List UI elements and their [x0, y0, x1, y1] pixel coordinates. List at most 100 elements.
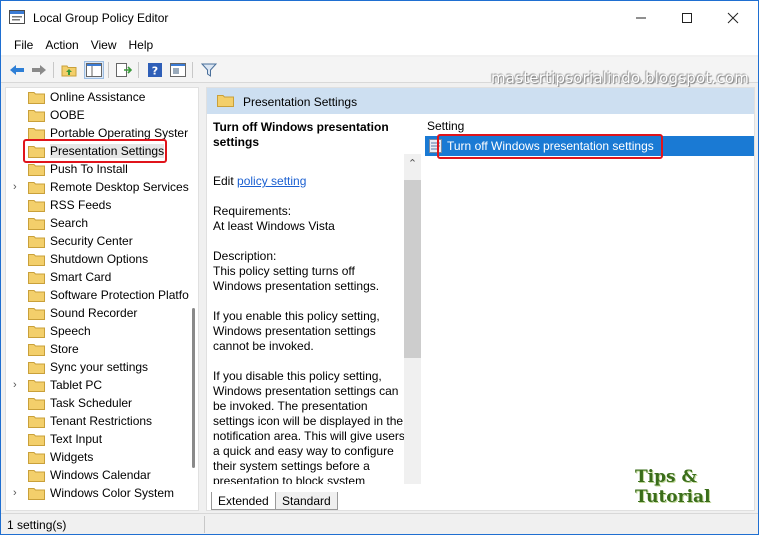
list-item-label: Turn off Windows presentation settings — [447, 139, 654, 153]
tab-standard[interactable]: Standard — [275, 492, 338, 510]
folder-icon — [28, 164, 45, 176]
requirements-value: At least Windows Vista — [213, 219, 335, 233]
close-button[interactable] — [710, 1, 756, 35]
tree-item[interactable]: Online Assistance — [6, 88, 196, 106]
tree-item[interactable]: Tenant Restrictions — [6, 412, 196, 430]
chevron-right-icon[interactable]: › — [13, 487, 23, 499]
tree-item[interactable]: Task Scheduler — [6, 394, 196, 412]
chevron-right-icon[interactable]: › — [13, 181, 23, 193]
minimize-icon — [636, 17, 646, 19]
tree-item[interactable]: Speech — [6, 322, 196, 340]
pane-title: Presentation Settings — [243, 95, 358, 109]
tree-item[interactable]: Sound Recorder — [6, 304, 196, 322]
watermark-text: mastertipsorialindo.blogspot.com — [491, 69, 750, 87]
menu-file[interactable]: File — [8, 38, 39, 52]
tree-item[interactable]: Sync your settings — [6, 358, 196, 376]
tree-item[interactable]: Shutdown Options — [6, 250, 196, 268]
minimize-button[interactable] — [618, 1, 664, 35]
tree-item-label: Shutdown Options — [50, 252, 149, 266]
tree-item[interactable]: › Remote Desktop Services — [6, 178, 196, 196]
tree-item[interactable]: Search — [6, 214, 196, 232]
folder-icon — [28, 290, 45, 302]
filter-icon — [201, 63, 217, 77]
tab-extended[interactable]: Extended — [211, 492, 276, 510]
tree-item[interactable]: Security Center — [6, 232, 196, 250]
tree-item[interactable]: Windows Calendar — [6, 466, 196, 484]
folder-icon — [28, 452, 45, 464]
tree-item-label: Search — [50, 216, 89, 230]
folder-icon — [28, 236, 45, 248]
scroll-thumb[interactable] — [404, 180, 421, 358]
export-list-icon — [116, 63, 132, 77]
tree-item[interactable]: Smart Card — [6, 268, 196, 286]
navigation-tree[interactable]: Online Assistance OOBE Portable Operating … — [5, 87, 199, 511]
help-button[interactable]: ? — [145, 61, 165, 79]
toolbar-separator — [53, 62, 54, 78]
tree-item-label: Windows Calendar — [50, 468, 151, 482]
show-hide-tree-button[interactable] — [84, 61, 104, 79]
back-button[interactable] — [7, 61, 27, 79]
properties-button[interactable] — [168, 61, 188, 79]
menu-action[interactable]: Action — [39, 38, 84, 52]
tree-item-label: Speech — [50, 324, 91, 338]
tree-item[interactable]: Software Protection Platfo — [6, 286, 196, 304]
folder-icon — [28, 380, 45, 392]
tree-item-label: Sound Recorder — [50, 306, 138, 320]
toolbar-separator — [192, 62, 193, 78]
main-window: Local Group Policy Editor File Action Vi… — [0, 0, 759, 535]
list-item[interactable]: Turn off Windows presentation settings — [425, 136, 754, 156]
tree-item-label: Text Input — [50, 432, 103, 446]
description-text: This policy setting turns off Windows pr… — [213, 264, 380, 293]
tree-item-label: Security Center — [50, 234, 133, 248]
tree-item[interactable]: OOBE — [6, 106, 196, 124]
folder-icon — [28, 146, 45, 158]
export-list-button[interactable] — [114, 61, 134, 79]
maximize-icon — [682, 13, 692, 23]
column-header-setting[interactable]: Setting — [427, 119, 464, 133]
tree-scrollbar[interactable] — [192, 308, 195, 468]
menu-bar: File Action View Help — [1, 35, 758, 55]
tree-item[interactable]: Presentation Settings — [6, 142, 196, 160]
status-text: 1 setting(s) — [7, 518, 67, 532]
up-folder-icon — [61, 65, 77, 77]
folder-icon — [28, 128, 45, 140]
menu-help[interactable]: Help — [123, 38, 160, 52]
tree-item[interactable]: Store — [6, 340, 196, 358]
tree-item[interactable]: › Windows Color System — [6, 484, 196, 502]
filter-button[interactable] — [199, 61, 219, 79]
folder-icon — [28, 344, 45, 356]
folder-icon — [28, 218, 45, 230]
tree-item[interactable]: RSS Feeds — [6, 196, 196, 214]
details-pane: Presentation Settings Turn off Windows p… — [206, 87, 755, 511]
tree-item[interactable]: Push To Install — [6, 160, 196, 178]
folder-icon — [28, 200, 45, 212]
toolbar-separator — [138, 62, 139, 78]
description-block: Description: This policy setting turns of… — [213, 249, 405, 294]
policy-setting-link[interactable]: policy setting — [237, 174, 306, 188]
tree-item[interactable]: Widgets — [6, 448, 196, 466]
title-bar: Local Group Policy Editor — [1, 1, 758, 35]
folder-icon — [28, 362, 45, 374]
menu-view[interactable]: View — [85, 38, 123, 52]
tree-item[interactable]: › Tablet PC — [6, 376, 196, 394]
tree-item-label: OOBE — [50, 108, 85, 122]
svg-text:?: ? — [152, 65, 158, 78]
close-icon — [727, 12, 739, 24]
group-policy-app-icon — [9, 10, 25, 24]
tree-item-label: Remote Desktop Services — [50, 180, 189, 194]
up-folder-button[interactable] — [59, 61, 79, 79]
chevron-right-icon[interactable]: › — [13, 379, 23, 391]
toolbar-separator — [108, 62, 109, 78]
scroll-up-icon[interactable]: ⌃ — [406, 158, 419, 171]
description-label: Description: — [213, 249, 277, 263]
description-scrollbar[interactable]: ⌃ ⌄ — [404, 154, 421, 484]
folder-icon — [28, 326, 45, 338]
requirements-block: Requirements: At least Windows Vista — [213, 204, 405, 234]
folder-icon — [217, 95, 234, 107]
status-separator — [204, 516, 205, 533]
folder-icon — [28, 470, 45, 482]
maximize-button[interactable] — [664, 1, 710, 35]
tree-item[interactable]: Text Input — [6, 430, 196, 448]
forward-button[interactable] — [29, 61, 49, 79]
tree-item[interactable]: Portable Operating Syster — [6, 124, 196, 142]
